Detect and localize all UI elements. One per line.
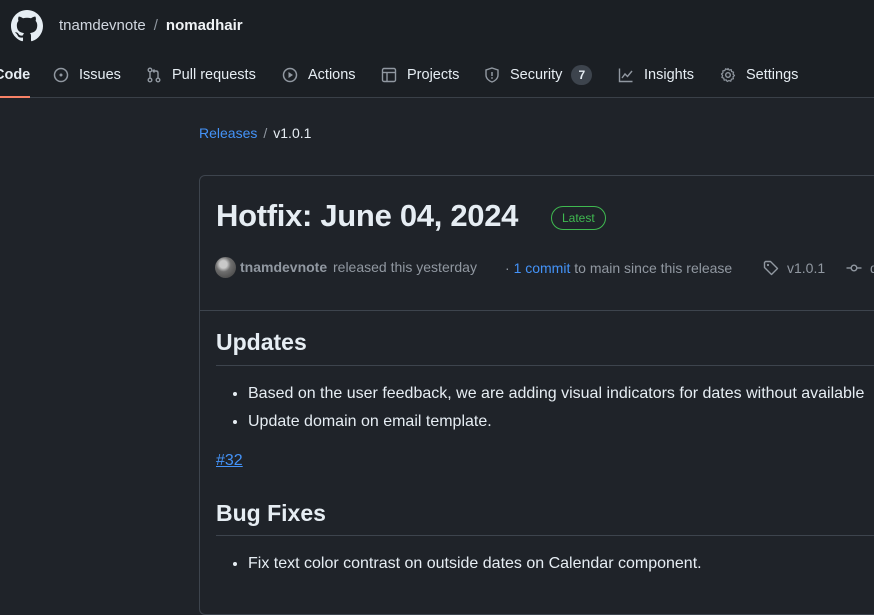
released-time-text: released this yesterday <box>333 259 477 275</box>
breadcrumb-separator: / <box>153 17 158 34</box>
updates-list: Based on the user feedback, we are addin… <box>230 380 864 436</box>
releases-breadcrumb: Releases / v1.0.1 <box>199 125 311 141</box>
bugfix-list: Fix text color contrast on outside dates… <box>230 550 702 578</box>
list-item: Update domain on email template. <box>248 408 864 436</box>
tab-security[interactable]: Security 7 <box>484 52 593 98</box>
repo-header: tnamdevnote / nomadhair Code Issues Pull <box>0 0 874 98</box>
repo-owner-link[interactable]: tnamdevnote <box>59 17 146 34</box>
gear-icon <box>720 67 736 83</box>
tab-issues-label: Issues <box>79 67 121 83</box>
tab-settings-label: Settings <box>746 67 799 83</box>
author-link[interactable]: tnamdevnote <box>240 259 327 275</box>
issue-reference-link[interactable]: #32 <box>216 452 243 470</box>
tab-projects[interactable]: Projects <box>381 52 459 98</box>
play-icon <box>282 67 298 83</box>
table-icon <box>381 67 397 83</box>
tab-insights-label: Insights <box>644 67 694 83</box>
github-logo-icon[interactable] <box>11 10 43 42</box>
release-header-divider <box>200 310 874 311</box>
tab-insights[interactable]: Insights <box>618 52 694 98</box>
list-item: Based on the user feedback, we are addin… <box>248 380 864 408</box>
tab-issues[interactable]: Issues <box>53 52 121 98</box>
git-pull-request-icon <box>147 67 161 83</box>
current-release-tag: v1.0.1 <box>273 125 312 141</box>
repo-nav-tabs: Code Issues Pull requests <box>0 52 874 98</box>
tab-security-label: Security <box>510 67 563 83</box>
updates-heading-rule <box>216 365 874 366</box>
bugfix-heading: Bug Fixes <box>216 500 326 526</box>
graph-icon <box>618 68 633 83</box>
tab-code[interactable]: Code <box>0 52 31 98</box>
tab-projects-label: Projects <box>407 67 460 83</box>
tab-settings[interactable]: Settings <box>720 52 798 98</box>
release-title[interactable]: Hotfix: June 04, 2024 <box>216 198 518 234</box>
tab-actions[interactable]: Actions <box>282 52 356 98</box>
tab-code-label: Code <box>0 67 31 83</box>
breadcrumb-separator: / <box>263 125 268 141</box>
commit-count-link[interactable]: 1 commit <box>514 260 571 276</box>
list-item: Fix text color contrast on outside dates… <box>248 550 702 578</box>
release-tag-link[interactable]: v1.0.1 <box>787 260 825 276</box>
meta-dot: · <box>505 260 510 276</box>
git-commit-icon <box>846 264 862 272</box>
commit-hash-link[interactable]: d <box>870 260 874 276</box>
repo-breadcrumb: tnamdevnote / nomadhair <box>59 17 243 34</box>
bugfix-heading-rule <box>216 535 874 536</box>
shield-icon <box>485 67 499 83</box>
release-meta: tnamdevnote released this yesterday · 1 … <box>215 257 874 279</box>
avatar[interactable] <box>215 257 236 278</box>
issue-opened-icon <box>53 67 69 83</box>
commits-since-release: · 1 commit to main since this release <box>505 260 732 276</box>
releases-link[interactable]: Releases <box>199 125 257 141</box>
latest-badge: Latest <box>551 206 606 230</box>
updates-heading: Updates <box>216 329 307 355</box>
commits-suffix: to main since this release <box>574 260 733 276</box>
tab-actions-label: Actions <box>308 67 356 83</box>
tab-pull-requests-label: Pull requests <box>172 67 256 83</box>
security-count-badge: 7 <box>571 65 593 85</box>
tab-pull-requests[interactable]: Pull requests <box>146 52 256 98</box>
tag-icon <box>763 260 779 276</box>
repo-name-link[interactable]: nomadhair <box>166 17 243 34</box>
